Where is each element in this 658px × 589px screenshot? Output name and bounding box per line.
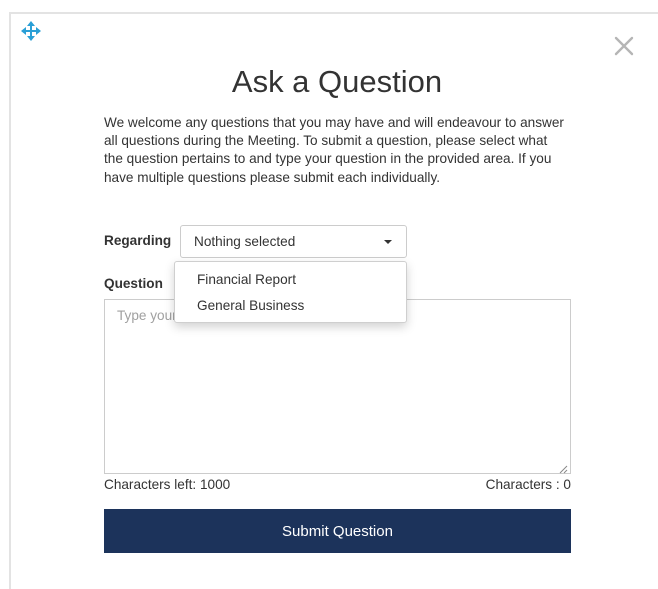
- dropdown-option-label: Financial Report: [197, 272, 296, 287]
- resize-grip-icon[interactable]: [558, 461, 568, 474]
- close-icon[interactable]: [610, 32, 638, 60]
- regarding-select[interactable]: Nothing selected: [180, 225, 407, 258]
- caret-down-icon: [384, 240, 392, 244]
- move-icon[interactable]: [20, 20, 42, 42]
- characters-left: Characters left: 1000: [104, 477, 231, 492]
- regarding-select-value: Nothing selected: [194, 234, 296, 249]
- intro-text: We welcome any questions that you may ha…: [104, 115, 564, 185]
- dropdown-option-general-business[interactable]: General Business: [175, 293, 406, 319]
- regarding-label: Regarding: [104, 233, 172, 248]
- dropdown-option-label: General Business: [197, 298, 305, 313]
- question-label: Question: [104, 276, 163, 291]
- modal-title: Ask a Question: [231, 64, 443, 99]
- characters-count: Characters : 0: [485, 477, 571, 492]
- submit-question-button[interactable]: Submit Question: [104, 509, 571, 553]
- regarding-dropdown-menu: Financial Report General Business: [174, 261, 407, 323]
- question-textarea[interactable]: [105, 300, 570, 473]
- dropdown-option-financial-report[interactable]: Financial Report: [175, 267, 406, 293]
- question-textarea-wrapper: [104, 299, 571, 474]
